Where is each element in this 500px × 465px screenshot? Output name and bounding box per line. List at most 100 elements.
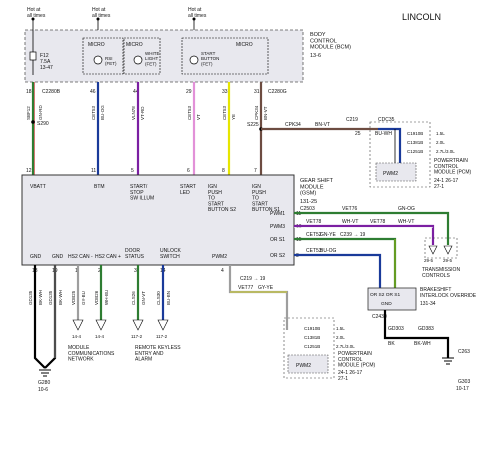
wire-vet78-label: VET78 bbox=[306, 219, 322, 225]
c219-label: C219 bbox=[346, 117, 358, 123]
bottom-wire-label-4: VDB26 bbox=[94, 290, 99, 305]
rke-connector-icon-1 bbox=[132, 319, 144, 331]
micro-label-3: MICRO bbox=[236, 42, 253, 48]
gsm-right-label-pwm3: PWM3 bbox=[270, 224, 285, 230]
wire-label-29-code: VT bbox=[196, 114, 201, 120]
pcm-top-val-3: 2.7L/3.0L bbox=[436, 149, 455, 154]
bcm-pin-29: 29 bbox=[186, 89, 192, 95]
wire-gd303-label: GD303 bbox=[388, 326, 404, 332]
g280-label: G280 bbox=[38, 380, 50, 386]
gsm-in-label-btm: BTM bbox=[94, 184, 105, 190]
fet-icon-rsi bbox=[93, 55, 103, 65]
transmission-title: TRANSMISSION CONTROLS bbox=[422, 267, 460, 279]
transmission-ref-2: 29-5 bbox=[443, 258, 453, 263]
pcm-bottom-conn-1: C1910B bbox=[304, 326, 320, 331]
gsm-bottom-label-can-minus: HS2 CAN - bbox=[68, 254, 93, 260]
fuse-icon bbox=[29, 51, 37, 61]
gsm-in-pin-6: 6 bbox=[187, 168, 190, 174]
bottom-wire-label-7: CLS30 bbox=[156, 291, 161, 305]
wire-gd135-1 bbox=[33, 265, 46, 369]
g303-ref: 10-17 bbox=[456, 386, 469, 392]
bottom-wire-code-6: GN-VT bbox=[141, 291, 146, 305]
c263-label: C263 bbox=[458, 349, 470, 355]
gsm-connector: C2503 bbox=[300, 206, 315, 212]
pcm-top-ref: 24-1 26-17 27-1 bbox=[434, 178, 458, 190]
pcm-bottom-val-1: 1.5L bbox=[336, 326, 345, 331]
micro-label-2: MICRO bbox=[126, 42, 143, 48]
pcm-top-title: POWERTRAIN CONTROL MODULE (PCM) bbox=[434, 158, 472, 176]
wire-vet77 bbox=[228, 265, 289, 330]
pcm-top-val-2: 2.0L bbox=[436, 140, 445, 145]
bcm-ref: 13-6 bbox=[310, 53, 321, 59]
bio-gnd: GND bbox=[381, 301, 392, 307]
g303-label: G303 bbox=[458, 379, 470, 385]
pcm-top-val-1: 1.5L bbox=[436, 131, 445, 136]
bio-title: BRAKESHIFT INTERLOCK OVERRIDE bbox=[420, 287, 477, 299]
wire-label-44-code: VT-RD bbox=[140, 106, 145, 120]
gsm-right-label-ors1: OR S1 bbox=[270, 237, 285, 243]
wire-vet76-code: GN-OG bbox=[398, 206, 415, 212]
gsm-in-label-vbatt: VBATT bbox=[30, 184, 46, 190]
fuse-ref: 13-47 bbox=[40, 65, 53, 71]
pcm-top-conn-3: C1251B bbox=[407, 149, 423, 154]
hot-label-1: Hot at all times bbox=[27, 7, 46, 19]
splice-s290 bbox=[31, 120, 35, 124]
wire-cpk34-label: CPK34 bbox=[285, 122, 301, 128]
bio-ref: 131-34 bbox=[420, 301, 436, 307]
wire-vet76-label: VET76 bbox=[342, 206, 358, 212]
pcm-bottom-ref: 24-1 26-17 27-1 bbox=[338, 370, 362, 382]
c219-pin: 25 bbox=[355, 131, 361, 137]
wire-vet77-code: GY-YE bbox=[258, 285, 274, 291]
gsm-in-pin-7: 7 bbox=[254, 168, 257, 174]
wire-gd135-2 bbox=[44, 265, 57, 369]
network-label: MODULE COMMUNICATIONS NETWORK bbox=[68, 345, 115, 363]
wire-label-31: CPK34 bbox=[254, 105, 259, 120]
fet-icon-white-light bbox=[133, 55, 143, 65]
c219-b-label: C219 → 19 bbox=[240, 276, 266, 282]
gsm-right-label-pwm1: PWM1 bbox=[270, 211, 285, 217]
wire-vet78-code: WH-VT bbox=[342, 219, 358, 225]
fet-icon-start-button bbox=[189, 55, 199, 65]
gsm-bottom-label-unlock: UNLOCK SWITCH bbox=[160, 248, 182, 260]
bottom-wire-code-2: BK-WH bbox=[58, 290, 63, 305]
pcm-bottom-conn-3: C1251B bbox=[304, 344, 320, 349]
wire-vet77-label: VET77 bbox=[238, 285, 254, 291]
transmission-connector-icon-1 bbox=[428, 245, 438, 255]
pcm-bottom-val-2: 2.0L bbox=[336, 335, 345, 340]
hot-label-2: Hot at all times bbox=[92, 7, 111, 19]
gsm-bottom-pin-3: 3 bbox=[134, 268, 137, 274]
g280-ref: 10-6 bbox=[38, 387, 48, 393]
wire-label-sbf12: SBF12 bbox=[26, 106, 31, 120]
wire-label-29: CET53 bbox=[187, 105, 192, 120]
bcm-title: BODY CONTROL MODULE (BCM) bbox=[310, 32, 351, 51]
gsm-in-pin-11: 11 bbox=[91, 168, 96, 174]
brand-label: LINCOLN bbox=[402, 12, 441, 22]
bottom-wire-code-4: WH-BU bbox=[104, 290, 109, 305]
bottom-wire-code-7: BU-BN bbox=[166, 291, 171, 305]
gsm-right-label-ors2: OR S2 bbox=[270, 253, 285, 259]
net-ref-1: 14-4 bbox=[72, 334, 82, 339]
pcm-top-pwm: PWM2 bbox=[383, 171, 398, 177]
wire-label-sbf12-code: GN-RD bbox=[38, 105, 43, 120]
c239-label: C239 → 19 bbox=[340, 232, 366, 238]
bcm-pin-31: 31 bbox=[254, 89, 260, 95]
bcm-connector-right: C2280G bbox=[268, 89, 287, 95]
wire-gd303-code: BK bbox=[388, 341, 395, 347]
wire-label-46: CET53 bbox=[91, 105, 96, 120]
bottom-wire-code-3: GY-BU bbox=[81, 291, 86, 305]
bio-box bbox=[367, 287, 417, 311]
wire-gd303 bbox=[383, 310, 450, 358]
wire-cet53 bbox=[294, 253, 382, 288]
wire-label-33-code: YE bbox=[231, 114, 236, 120]
wire-gd383-label: GD383 bbox=[418, 326, 434, 332]
pcm-top-conn-1: C1910B bbox=[407, 131, 423, 136]
bcm-pin-33: 33 bbox=[222, 89, 228, 95]
wire-cet52-code: GN-YE bbox=[320, 232, 337, 238]
wire-label-46-code: BU-OG bbox=[100, 105, 105, 120]
bio-pins: OR S2 OR S1 bbox=[370, 292, 400, 298]
rke-ref-2: 117-2 bbox=[156, 334, 168, 339]
hot-label-3: Hot at all times bbox=[188, 7, 207, 19]
net-ref-2: 14-4 bbox=[95, 334, 105, 339]
wire-cpk34-code: BN-VT bbox=[315, 122, 330, 128]
wire-cet53-code: BU-OG bbox=[320, 248, 337, 254]
